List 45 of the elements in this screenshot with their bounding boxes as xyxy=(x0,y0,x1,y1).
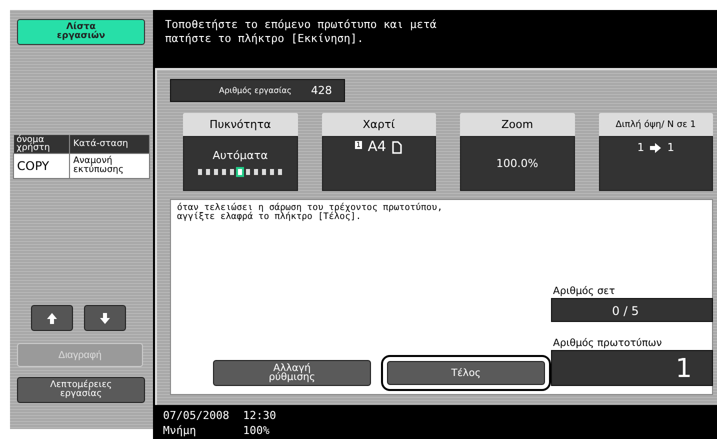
meter-segment xyxy=(245,168,252,176)
density-value: Αυτόματα xyxy=(212,149,268,162)
arrow-down-icon xyxy=(98,310,112,326)
counter-label: Αριθμός σετ xyxy=(553,286,616,297)
zoom-value: 100.0% xyxy=(496,157,538,170)
meter-segment xyxy=(229,168,236,176)
table-cell: Αναμονή εκτύπωσης xyxy=(70,154,150,178)
originals-count: 1 xyxy=(551,350,713,386)
table-cell: COPY xyxy=(14,154,70,178)
portrait-page-icon xyxy=(392,140,402,154)
meter-segment xyxy=(253,168,260,176)
scroll-up-button[interactable] xyxy=(31,305,73,331)
column-header: όνομα χρήστη xyxy=(14,135,70,154)
job-number-label: Αριθμός εργασίας xyxy=(219,86,293,94)
column-header: Κατά-σταση xyxy=(70,135,150,154)
change-settings-button[interactable]: Αλλαγή ρύθμισης xyxy=(213,360,371,386)
instruction-message: Τοποθετήστε το επόμενο πρωτότυπο και μετά πατήστε το πλήκτρο [Εκκίνηση]. xyxy=(165,18,438,46)
arrow-up-icon xyxy=(45,310,59,326)
meter-segment xyxy=(213,168,220,176)
job-details-button[interactable]: Λεπτομέρειες εργασίας xyxy=(17,377,145,403)
status-date: 07/05/2008 xyxy=(163,409,230,424)
setting-tab[interactable]: Zoom xyxy=(460,113,574,136)
memory-value: 100% xyxy=(243,424,270,439)
sets-count: 0 / 5 xyxy=(551,298,713,322)
meter-segment xyxy=(197,168,204,176)
job-list-button[interactable]: Λίστα εργασιών xyxy=(17,19,145,45)
meter-segment xyxy=(261,168,268,176)
setting-tab[interactable]: Πυκνότητα xyxy=(183,113,298,136)
duplex-from: 1 xyxy=(637,141,644,154)
duplex-to: 1 xyxy=(667,141,674,154)
setting-tab[interactable]: Διπλή όψη/ Ν σε 1 xyxy=(598,113,713,136)
scroll-down-button[interactable] xyxy=(84,305,126,331)
job-number-value: 428 xyxy=(311,84,332,97)
setting-tab[interactable]: Χαρτί xyxy=(322,113,436,136)
scan-message: όταν τελειώσει η σάρωση του τρέχοντος πρωτοτύπου, αγγίξτε ελαφρά το πλήκτρο [Τέλος]. xyxy=(177,204,444,224)
status-time: 12:30 xyxy=(243,409,278,424)
counter-label: Αριθμός πρωτοτύπων xyxy=(553,338,663,349)
meter-segment xyxy=(277,168,284,176)
arrow-right-icon xyxy=(650,142,662,152)
meter-segment xyxy=(269,168,276,176)
paper-size: A4 xyxy=(368,139,386,155)
meter-segment xyxy=(221,168,228,176)
memory-label: Μνήμη xyxy=(163,424,198,439)
finish-button[interactable]: Τέλος xyxy=(381,355,551,391)
meter-segment xyxy=(205,168,212,176)
